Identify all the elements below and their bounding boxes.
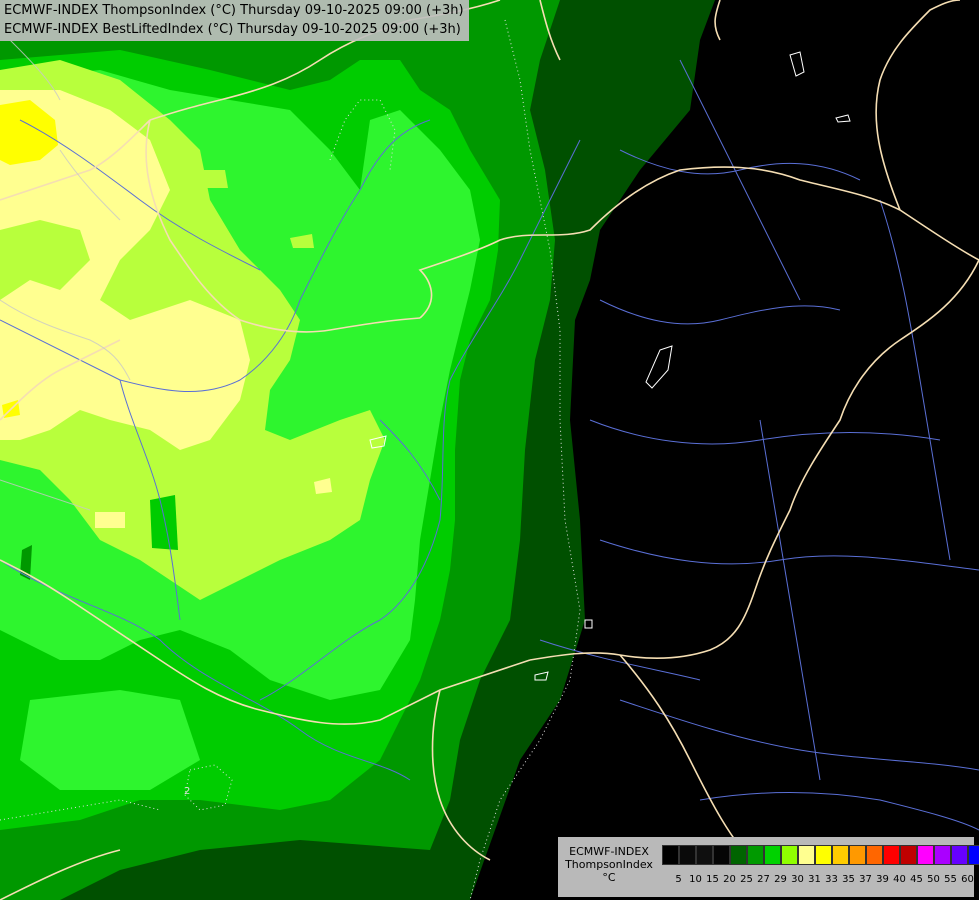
pale-yellow-region-2 (95, 512, 125, 528)
legend-swatch (696, 845, 713, 865)
contour-label: 2 (184, 786, 190, 797)
weather-map: 2 (0, 0, 979, 900)
legend-swatch (968, 845, 979, 865)
legend-swatch (662, 845, 679, 865)
legend-tick-label: 29 (774, 874, 787, 885)
legend-swatch (747, 845, 764, 865)
title-thompson-index: ECMWF-INDEX ThompsonIndex (°C) Thursday … (4, 3, 464, 18)
legend-tick-label: 35 (842, 874, 855, 885)
legend-swatch (866, 845, 883, 865)
legend-unit: °C (602, 871, 616, 884)
legend-tick-label: 10 (689, 874, 702, 885)
legend-tick-label: 25 (740, 874, 753, 885)
legend-swatch (815, 845, 832, 865)
legend-tick-label: 60 (961, 874, 974, 885)
legend-swatch (832, 845, 849, 865)
legend-tick-label: 27 (757, 874, 770, 885)
legend-ticks: 5 10 15 20 25 27 29 30 31 33 35 37 39 40 45 50 55 60 (662, 874, 976, 886)
title-best-lifted-index: ECMWF-INDEX BestLiftedIndex (°C) Thursda… (4, 22, 461, 37)
legend-parameter: ThompsonIndex (565, 858, 653, 871)
legend-swatch (934, 845, 951, 865)
bright-green-region-2 (20, 690, 200, 790)
legend-title: ECMWF-INDEX ThompsonIndex °C (558, 845, 660, 884)
legend-swatch (917, 845, 934, 865)
legend-swatch (713, 845, 730, 865)
legend-swatch (798, 845, 815, 865)
legend-tick-label: 15 (706, 874, 719, 885)
legend-tick-label: 45 (910, 874, 923, 885)
legend-swatch (679, 845, 696, 865)
legend-tick-label: 30 (791, 874, 804, 885)
map-title-box: ECMWF-INDEX ThompsonIndex (°C) Thursday … (0, 0, 469, 41)
legend-tick-label: 33 (825, 874, 838, 885)
legend-swatch (951, 845, 968, 865)
legend-tick-label: 37 (859, 874, 872, 885)
legend-swatch (781, 845, 798, 865)
color-legend: ECMWF-INDEX ThompsonIndex °C 5 10 15 20 25 27… (558, 837, 979, 897)
legend-tick-label: 50 (927, 874, 940, 885)
legend-tick-spacer (662, 874, 670, 886)
legend-tick-label: 39 (876, 874, 889, 885)
legend-tick-label: 55 (944, 874, 957, 885)
legend-tick-label: 5 (675, 874, 682, 885)
legend-tick-label: 20 (723, 874, 736, 885)
legend-swatches (662, 845, 979, 865)
legend-swatch (730, 845, 747, 865)
legend-swatch (764, 845, 781, 865)
legend-tick-label: 31 (808, 874, 821, 885)
legend-swatch (900, 845, 917, 865)
legend-model: ECMWF-INDEX (569, 845, 649, 858)
legend-swatch (849, 845, 866, 865)
dark-green-blob-2 (150, 495, 178, 550)
legend-tick-label: 40 (893, 874, 906, 885)
legend-swatch (883, 845, 900, 865)
